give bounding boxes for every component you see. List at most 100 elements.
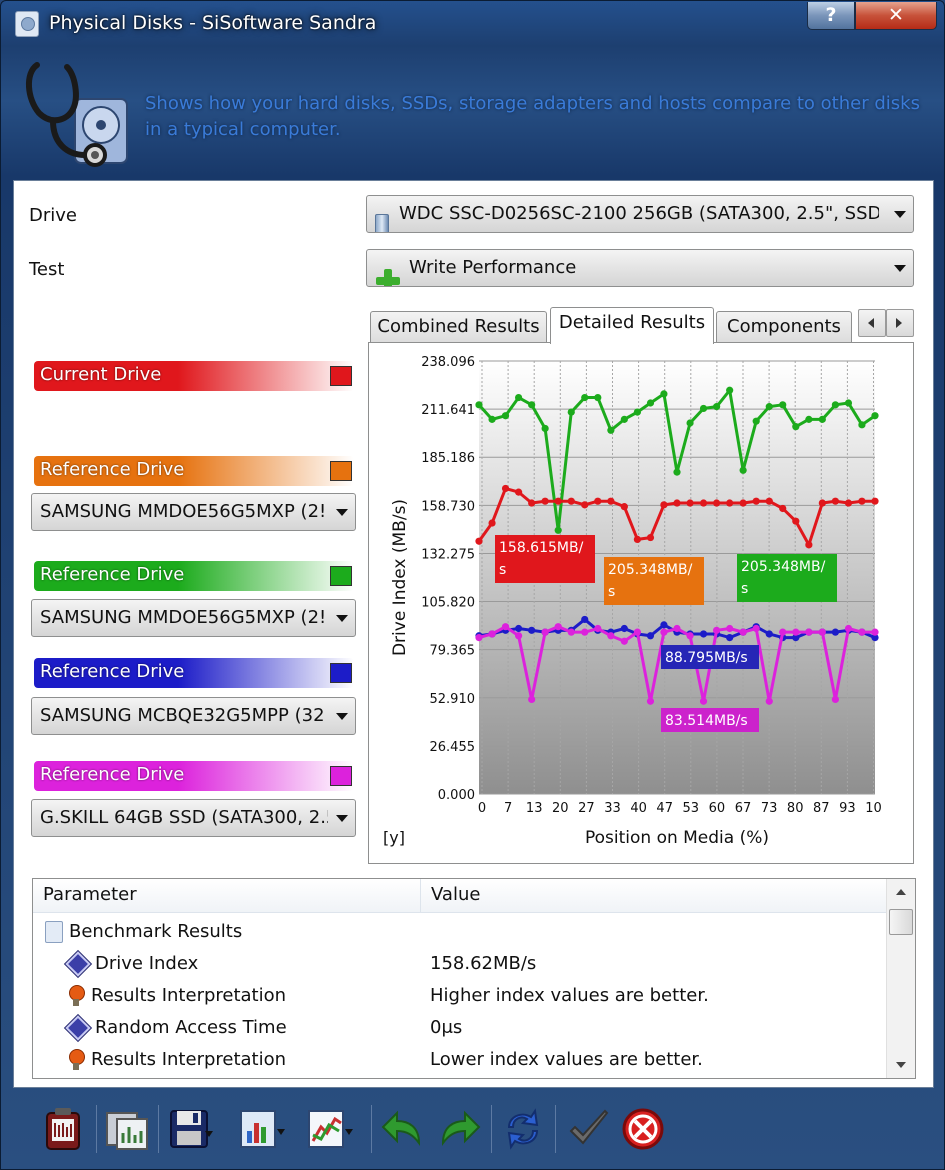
reference-drive-select-3[interactable]: SAMSUNG MCBQE32G5MPP (32: [31, 697, 356, 735]
data-point[interactable]: [541, 424, 549, 433]
data-point[interactable]: [752, 417, 760, 425]
data-point[interactable]: [660, 628, 668, 636]
data-point[interactable]: [581, 393, 589, 402]
data-point[interactable]: [567, 408, 575, 416]
column-header-value[interactable]: Value: [421, 879, 886, 913]
data-point[interactable]: [686, 632, 694, 640]
data-point[interactable]: [515, 624, 523, 633]
legend-color-swatch[interactable]: [330, 766, 352, 786]
table-row[interactable]: Benchmark Results: [33, 917, 886, 949]
data-point[interactable]: [554, 526, 562, 534]
options-icon[interactable]: [103, 1105, 151, 1153]
reference-drive-select-1[interactable]: SAMSUNG MMDOE56G5MXP (2!: [31, 493, 356, 531]
data-point[interactable]: [594, 497, 602, 505]
data-point[interactable]: [673, 468, 681, 476]
data-point[interactable]: [726, 386, 734, 394]
data-point[interactable]: [620, 503, 628, 511]
scroll-down-icon[interactable]: [896, 1062, 906, 1068]
chart-type-icon[interactable]: [237, 1105, 285, 1153]
data-point[interactable]: [541, 497, 549, 505]
data-point[interactable]: [488, 415, 496, 423]
data-point[interactable]: [858, 421, 866, 429]
data-point[interactable]: [713, 499, 721, 507]
data-point[interactable]: [726, 499, 734, 507]
data-point[interactable]: [554, 497, 562, 505]
column-header-parameter[interactable]: Parameter: [33, 879, 421, 913]
data-point[interactable]: [699, 404, 708, 413]
data-point[interactable]: [660, 390, 668, 398]
table-row[interactable]: Results Interpretation Lower index values…: [33, 1045, 886, 1077]
data-point[interactable]: [765, 497, 773, 505]
data-point[interactable]: [607, 426, 615, 434]
close-button[interactable]: ✕: [855, 2, 937, 30]
data-point[interactable]: [686, 419, 694, 427]
data-point[interactable]: [567, 497, 575, 505]
data-point[interactable]: [581, 615, 589, 624]
data-point[interactable]: [765, 697, 773, 705]
data-point[interactable]: [646, 533, 655, 542]
back-icon[interactable]: [379, 1105, 427, 1153]
data-point[interactable]: [660, 621, 668, 629]
data-point[interactable]: [515, 488, 523, 496]
data-point[interactable]: [528, 695, 536, 704]
table-row[interactable]: Drive Index 158.62MB/s: [33, 949, 886, 981]
ok-icon[interactable]: [565, 1105, 613, 1153]
tab-combined-results[interactable]: Combined Results: [370, 311, 547, 343]
data-point[interactable]: [805, 541, 813, 549]
data-point[interactable]: [831, 401, 839, 409]
table-row[interactable]: Random Access Time 0μs: [33, 1013, 886, 1045]
table-row[interactable]: Results Interpretation Higher index value…: [33, 981, 886, 1013]
tab-components[interactable]: Components: [716, 311, 852, 343]
data-point[interactable]: [726, 634, 734, 642]
data-point[interactable]: [779, 401, 787, 409]
data-point[interactable]: [528, 499, 536, 507]
save-icon[interactable]: [165, 1105, 213, 1153]
data-point[interactable]: [779, 628, 787, 636]
data-point[interactable]: [739, 499, 747, 507]
help-button[interactable]: ?: [807, 2, 855, 30]
legend-color-swatch[interactable]: [330, 566, 352, 586]
data-point[interactable]: [765, 630, 773, 638]
data-point[interactable]: [554, 623, 562, 631]
legend-color-swatch[interactable]: [330, 663, 352, 683]
data-point[interactable]: [607, 497, 615, 505]
data-point[interactable]: [594, 624, 602, 633]
data-point[interactable]: [844, 624, 853, 633]
forward-icon[interactable]: [435, 1105, 483, 1153]
scroll-thumb[interactable]: [889, 909, 913, 935]
data-point[interactable]: [581, 628, 589, 636]
data-point[interactable]: [831, 695, 839, 704]
data-point[interactable]: [818, 628, 826, 636]
data-point[interactable]: [488, 630, 496, 638]
data-point[interactable]: [528, 626, 536, 634]
tab-scroll-left[interactable]: [858, 309, 886, 337]
data-point[interactable]: [726, 624, 734, 633]
data-point[interactable]: [831, 628, 839, 636]
data-point[interactable]: [752, 624, 760, 633]
data-point[interactable]: [475, 537, 483, 545]
data-point[interactable]: [633, 535, 641, 543]
data-point[interactable]: [567, 628, 575, 636]
data-point[interactable]: [792, 628, 800, 636]
data-point[interactable]: [515, 393, 523, 402]
data-point[interactable]: [620, 415, 628, 423]
data-point[interactable]: [779, 504, 787, 513]
drive-select[interactable]: WDC SSC-D0256SC-2100 256GB (SATA300, 2.5…: [366, 195, 914, 233]
data-point[interactable]: [488, 519, 496, 527]
data-point[interactable]: [713, 403, 721, 411]
data-point[interactable]: [660, 501, 668, 509]
graph-icon[interactable]: [305, 1105, 353, 1153]
data-point[interactable]: [673, 499, 681, 507]
data-point[interactable]: [646, 399, 655, 407]
data-point[interactable]: [686, 499, 694, 507]
data-point[interactable]: [739, 628, 747, 636]
data-point[interactable]: [713, 626, 721, 634]
data-point[interactable]: [699, 697, 708, 705]
data-point[interactable]: [594, 393, 602, 402]
data-point[interactable]: [501, 623, 510, 631]
data-point[interactable]: [699, 630, 708, 638]
test-select[interactable]: Write Performance: [366, 249, 914, 287]
data-point[interactable]: [515, 632, 523, 640]
data-point[interactable]: [673, 624, 681, 633]
data-point[interactable]: [752, 497, 760, 505]
